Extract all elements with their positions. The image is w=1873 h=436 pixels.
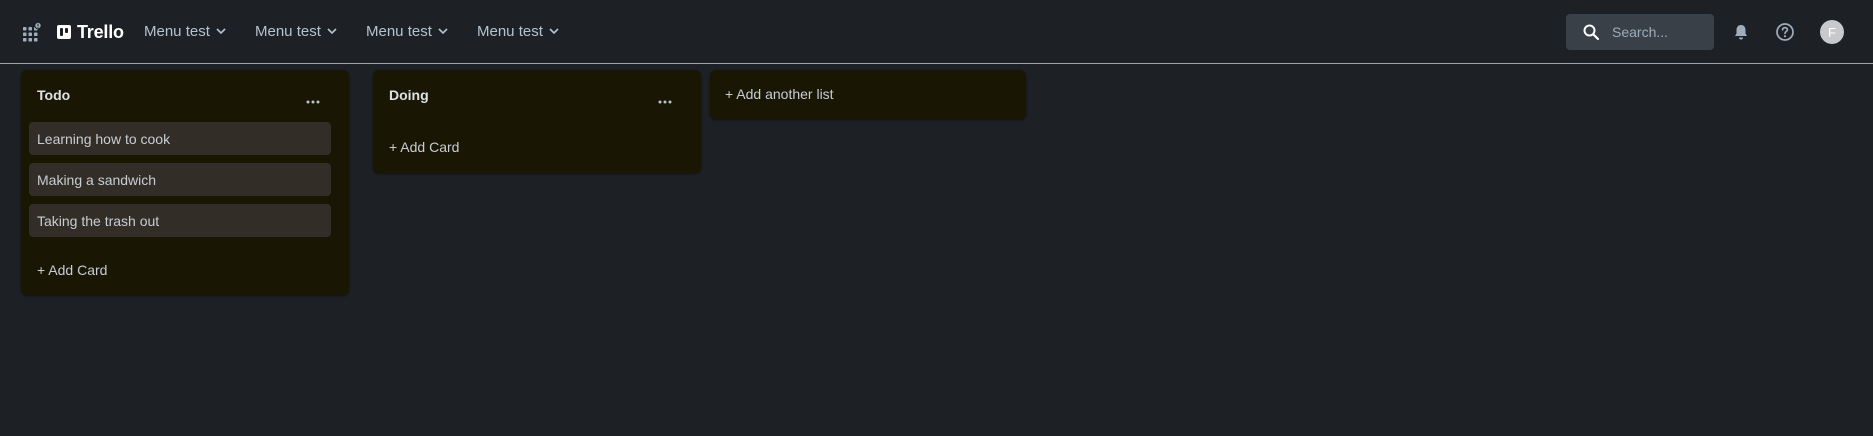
search-icon [1583, 24, 1600, 41]
ellipsis-icon[interactable] [305, 92, 321, 104]
add-card-button[interactable]: + Add Card [37, 262, 107, 278]
app-name: Trello [77, 21, 124, 42]
list-doing: Doing + Add Card [373, 70, 701, 173]
bell-icon[interactable] [1731, 22, 1751, 42]
card[interactable]: Taking the trash out [29, 204, 331, 237]
list-todo: Todo Learning how to cook Making a sandw… [21, 70, 349, 295]
menu-label: Menu test [477, 22, 543, 40]
ellipsis-icon[interactable] [657, 92, 673, 104]
help-icon[interactable] [1775, 22, 1795, 42]
menu-dropdown-3[interactable]: Menu test [366, 18, 449, 44]
search-box [1566, 14, 1714, 50]
add-list-button[interactable]: + Add another list [710, 70, 1026, 119]
chevron-down-icon [327, 28, 337, 35]
chevron-down-icon [549, 28, 559, 35]
menu-dropdown-1[interactable]: Menu test [144, 18, 227, 44]
apps-grid-icon[interactable] [22, 21, 42, 42]
trello-logo-icon [57, 25, 71, 39]
menu-dropdown-2[interactable]: Menu test [255, 18, 338, 44]
top-navigation-bar: Trello Menu test Menu test Menu test Men… [0, 0, 1873, 64]
trello-logo[interactable]: Trello [57, 20, 124, 44]
search-input[interactable] [1612, 24, 1702, 40]
chevron-down-icon [216, 28, 226, 35]
menu-label: Menu test [255, 22, 321, 40]
menu-dropdown-4[interactable]: Menu test [477, 18, 560, 44]
list-title: Todo [37, 87, 71, 103]
chevron-down-icon [438, 28, 448, 35]
menu-label: Menu test [144, 22, 210, 40]
menu-label: Menu test [366, 22, 432, 40]
add-card-button[interactable]: + Add Card [389, 139, 459, 155]
card[interactable]: Making a sandwich [29, 163, 331, 196]
card[interactable]: Learning how to cook [29, 122, 331, 155]
avatar[interactable]: F [1820, 20, 1844, 44]
list-title: Doing [389, 87, 429, 103]
